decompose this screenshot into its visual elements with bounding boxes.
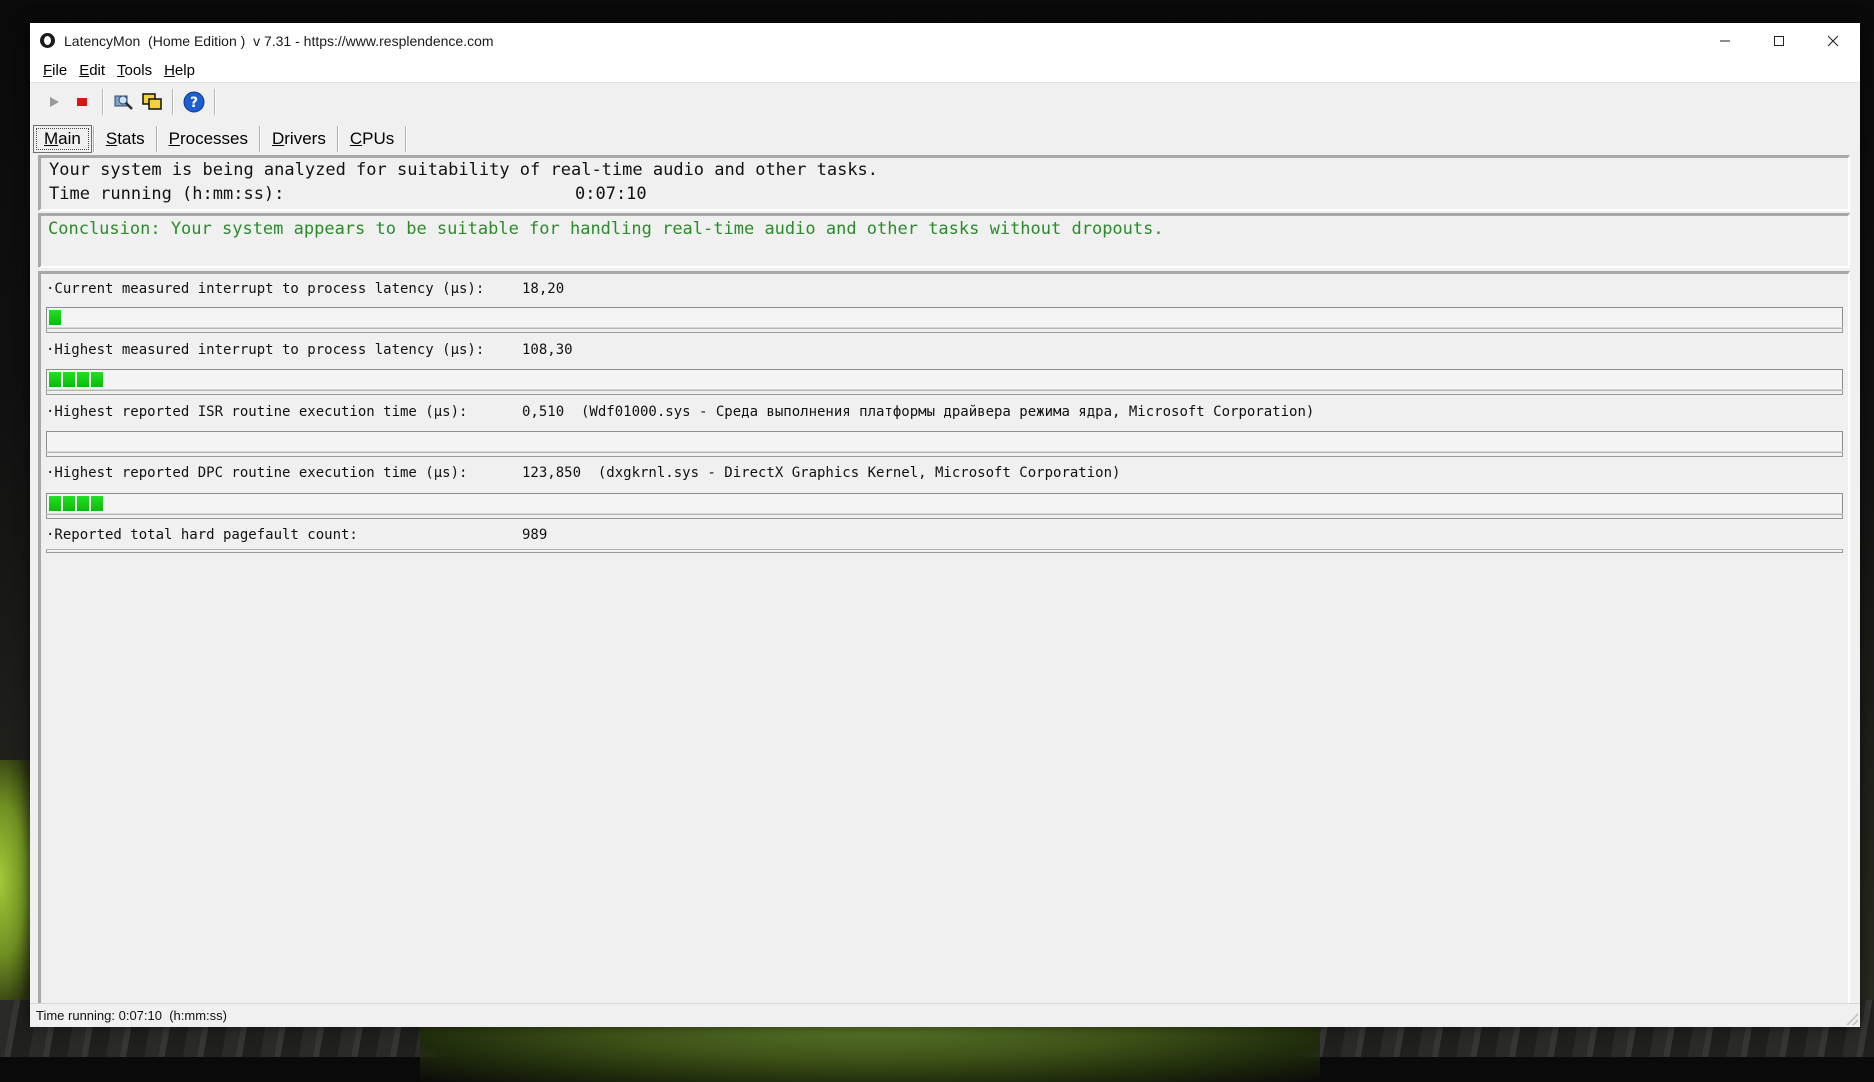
- tab-separator: [258, 126, 261, 152]
- driver-info-button[interactable]: [110, 88, 138, 116]
- help-icon: ?: [183, 91, 205, 112]
- menu-help[interactable]: Help: [164, 62, 195, 79]
- menu-bar: File Edit Tools Help: [30, 58, 1860, 82]
- metric-value: 0,510 (Wdf01000.sys - Среда выполнения п…: [522, 404, 1315, 420]
- analysis-status-panel: Your system is being analyzed for suitab…: [38, 155, 1850, 211]
- tab-stats[interactable]: Stats: [96, 125, 155, 153]
- tab-processes[interactable]: Processes: [159, 125, 258, 153]
- menu-file-label: ile: [52, 61, 68, 79]
- drivers-icon: [114, 95, 133, 110]
- tab-separator: [92, 126, 95, 152]
- tab-cpus[interactable]: CPUs: [340, 125, 404, 153]
- latencymon-window: LatencyMon (Home Edition ) v 7.31 - http…: [30, 23, 1860, 1027]
- meter-segment: [49, 372, 62, 387]
- analysis-status-text: Your system is being analyzed for suitab…: [49, 160, 879, 180]
- stop-icon: [77, 97, 87, 106]
- menu-tools-label: ools: [124, 61, 153, 79]
- status-text: Time running: 0:07:10 (h:mm:ss): [36, 1008, 227, 1023]
- windows-button[interactable]: [138, 88, 166, 116]
- tab-cpus-accel: C: [349, 129, 363, 148]
- metric-value: 18,20: [522, 281, 565, 297]
- time-running-value: 0:07:10: [575, 184, 647, 204]
- meter-segment: [63, 372, 76, 387]
- tab-cpus-label: PUs: [362, 129, 395, 148]
- resize-grip[interactable]: [1846, 1013, 1858, 1025]
- stop-button[interactable]: [68, 88, 96, 116]
- toolbar: ?: [30, 82, 1860, 120]
- close-icon: [1827, 35, 1839, 46]
- metric-label: ·Reported total hard pagefault count:: [46, 527, 358, 543]
- metric-value: 108,30: [522, 342, 573, 358]
- window-title: LatencyMon (Home Edition ) v 7.31 - http…: [64, 32, 494, 49]
- meter-segment: [49, 310, 62, 325]
- tab-separator: [155, 126, 158, 152]
- toolbar-separator: [214, 88, 216, 115]
- meter-segment: [77, 496, 90, 511]
- help-button[interactable]: ?: [180, 88, 208, 116]
- conclusion-text: Conclusion: Your system appears to be su…: [48, 219, 1164, 239]
- metrics-panel: ·Current measured interrupt to process l…: [38, 271, 1850, 1013]
- metric-label: ·Highest reported ISR routine execution …: [46, 404, 468, 420]
- meter-segment: [77, 372, 90, 387]
- metric-label: ·Current measured interrupt to process l…: [46, 281, 485, 297]
- windows-icon: [142, 92, 162, 110]
- status-bar: Time running: 0:07:10 (h:mm:ss): [30, 1003, 1860, 1027]
- tab-processes-label: rocesses: [179, 129, 248, 148]
- tab-main[interactable]: Main: [33, 125, 92, 153]
- menu-file[interactable]: File: [43, 62, 67, 79]
- menu-tools[interactable]: Tools: [117, 62, 152, 79]
- menu-edit-label: dit: [89, 61, 106, 79]
- play-icon: [50, 96, 59, 107]
- tab-main-accel: M: [44, 129, 59, 148]
- close-button[interactable]: [1806, 23, 1860, 58]
- menu-help-label: elp: [174, 61, 195, 79]
- conclusion-panel: Conclusion: Your system appears to be su…: [38, 213, 1850, 268]
- meter-segment: [49, 496, 62, 511]
- tab-drivers-label: rivers: [284, 129, 326, 148]
- tab-drivers-accel: D: [271, 129, 285, 148]
- time-running-label: Time running (h:mm:ss):: [49, 184, 285, 204]
- svg-text:?: ?: [190, 95, 198, 111]
- meter-segment: [63, 496, 76, 511]
- metric-value: 123,850 (dxgkrnl.sys - DirectX Graphics …: [522, 465, 1121, 481]
- menu-help-accel: H: [164, 61, 175, 79]
- app-icon[interactable]: [40, 33, 55, 48]
- tab-strip: Main Stats Processes Drivers CPUs: [30, 119, 1860, 159]
- minimize-button[interactable]: [1698, 23, 1752, 58]
- metric-value: 989: [522, 527, 548, 543]
- menu-file-accel: F: [43, 61, 53, 79]
- metric-label: ·Highest measured interrupt to process l…: [46, 342, 485, 358]
- start-button[interactable]: [40, 88, 68, 116]
- tab-separator: [336, 126, 339, 152]
- minimize-icon: [1720, 40, 1730, 41]
- latency-meter: [46, 431, 1843, 457]
- toolbar-separator: [102, 88, 104, 115]
- toolbar-separator: [172, 88, 174, 115]
- meter-segment: [91, 372, 104, 387]
- window-controls: [1698, 23, 1860, 58]
- menu-edit-accel: E: [79, 61, 90, 79]
- tab-main-label: ain: [58, 129, 81, 148]
- title-bar[interactable]: LatencyMon (Home Edition ) v 7.31 - http…: [30, 23, 1860, 58]
- menu-edit[interactable]: Edit: [79, 62, 105, 79]
- tab-drivers[interactable]: Drivers: [262, 125, 336, 153]
- tab-separator: [405, 126, 408, 152]
- metric-label: ·Highest reported DPC routine execution …: [46, 465, 468, 481]
- tab-stats-accel: S: [105, 129, 118, 148]
- maximize-icon: [1774, 35, 1784, 46]
- menu-tools-accel: T: [117, 61, 125, 79]
- maximize-button[interactable]: [1752, 23, 1806, 58]
- latency-meter: [46, 307, 1843, 333]
- tab-processes-accel: P: [168, 129, 180, 148]
- latency-meter: [46, 369, 1843, 395]
- desktop-moss-bottom: [420, 1022, 1320, 1082]
- meter-segment: [91, 496, 104, 511]
- pagefault-divider: [46, 549, 1843, 553]
- tab-stats-label: tats: [117, 129, 145, 148]
- latency-meter: [46, 493, 1843, 519]
